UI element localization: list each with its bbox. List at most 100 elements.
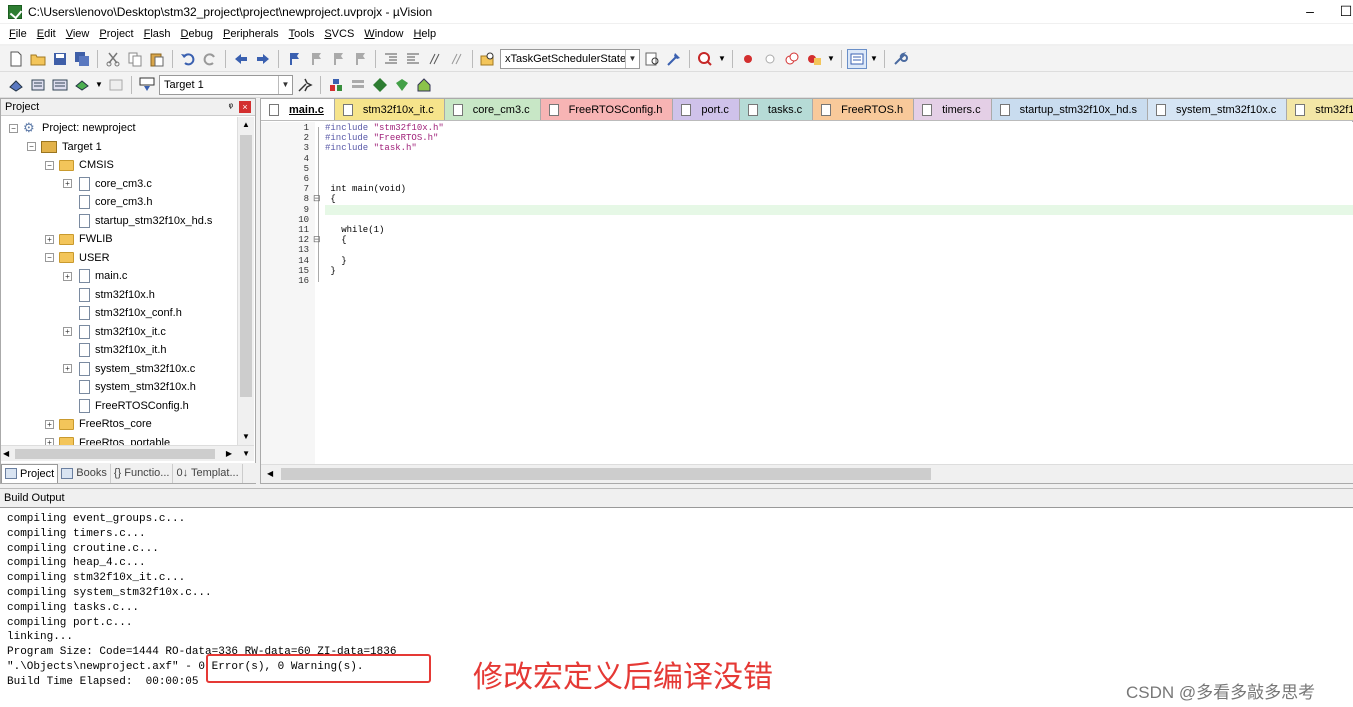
configure-wrench-icon[interactable] [890,49,910,69]
scroll-up-icon[interactable]: ▲ [238,117,254,133]
menu-item-view[interactable]: View [61,28,95,40]
pack-installer-icon[interactable] [392,75,412,95]
expand-icon[interactable]: + [45,438,54,445]
chevron-down-icon[interactable]: ▼ [278,75,292,94]
select-packs-icon[interactable] [348,75,368,95]
collapse-icon[interactable]: − [45,160,54,170]
breakpoint-disable-icon[interactable] [760,49,780,69]
file-tab[interactable]: startup_stm32f10x_hd.s [991,99,1148,120]
menu-item-project[interactable]: Project [94,28,138,40]
expand-icon[interactable]: + [63,179,72,188]
tree-item[interactable]: stm32f10x.h [63,286,155,304]
chevron-down-icon[interactable]: ▼ [94,75,104,95]
navigate-forward-icon[interactable] [253,49,273,69]
indent-icon[interactable] [381,49,401,69]
file-tab[interactable]: stm32f10x_it.c [334,99,445,120]
redo-icon[interactable] [200,49,220,69]
scroll-down-icon[interactable]: ▼ [242,446,250,462]
hscroll-thumb[interactable] [281,468,931,480]
menu-item-window[interactable]: Window [359,28,408,40]
find-in-files-icon[interactable] [478,49,498,69]
copy-icon[interactable] [125,49,145,69]
file-tab[interactable]: FreeRTOS.h [813,99,915,120]
window-layout-icon[interactable] [847,48,867,69]
cut-icon[interactable] [103,49,123,69]
tree-item[interactable]: + FWLIB [45,230,113,248]
translate-icon[interactable] [6,75,26,95]
navigate-back-icon[interactable] [231,49,251,69]
minimize-button[interactable]: – [1300,3,1320,19]
scroll-down-icon[interactable]: ▼ [238,429,254,445]
breakpoint-icon[interactable] [738,49,758,69]
tree-item[interactable]: + stm32f10x_it.c [63,323,166,341]
menu-item-debug[interactable]: Debug [176,28,218,40]
comment-icon[interactable] [425,49,445,69]
code-editor[interactable]: 1 #include "stm32f10x.h" 2 #include "FreeRT… [261,122,1353,464]
undo-icon[interactable] [178,49,198,69]
panel-tab-3[interactable]: 0↓ Templat... [173,463,243,483]
build-icon[interactable] [28,75,48,95]
stop-build-icon[interactable] [106,75,126,95]
find-icon[interactable] [642,49,662,69]
tree-item[interactable]: stm32f10x_conf.h [63,304,182,322]
editor-hscrollbar[interactable]: ◀ [261,464,1353,483]
new-file-icon[interactable] [6,49,26,69]
expand-icon[interactable]: + [63,364,72,373]
scroll-right-icon[interactable]: ▶ [226,446,232,462]
file-tab[interactable]: main.c [261,99,335,120]
save-all-icon[interactable] [72,49,92,69]
maximize-button[interactable]: ☐ [1336,3,1353,20]
paste-icon[interactable] [147,49,167,69]
pin-icon[interactable]: ᵠ [229,102,233,113]
chevron-down-icon[interactable]: ▼ [869,49,879,69]
tree-item[interactable]: + main.c [63,267,127,285]
menu-item-flash[interactable]: Flash [139,28,176,40]
bookmark-prev-icon[interactable] [306,49,326,69]
incremental-find-icon[interactable] [664,49,684,69]
target-combo[interactable]: Target 1 ▼ [159,74,293,95]
panel-tab-2[interactable]: {} Functio... [111,463,174,483]
unindent-icon[interactable] [403,49,423,69]
tree-item[interactable]: + FreeRtos_core [45,415,152,433]
breakpoint-kill-icon[interactable] [782,49,802,69]
expand-icon[interactable]: + [63,271,72,281]
menu-item-help[interactable]: Help [408,28,441,40]
fold-toggle-icon[interactable]: ⊟ [313,235,321,245]
expand-icon[interactable]: + [45,234,54,244]
chevron-down-icon[interactable]: ▼ [826,49,836,69]
menu-item-svcs[interactable]: SVCS [319,28,359,40]
file-tab[interactable]: FreeRTOSConfig.h [540,99,674,120]
chevron-down-icon[interactable]: ▼ [717,49,727,69]
scroll-thumb[interactable] [240,135,252,397]
tree-item[interactable]: startup_stm32f10x_hd.s [63,212,212,230]
collapse-icon[interactable]: − [9,123,18,133]
tree-item[interactable]: + core_cm3.c [63,175,152,193]
tree-item[interactable]: − ⚙ Project: newproject [9,119,136,137]
function-combo[interactable]: xTaskGetSchedulerState ▼ [500,48,640,69]
file-tab[interactable]: stm32f10x.h [1287,99,1353,120]
scroll-left-icon[interactable]: ◀ [267,465,273,483]
tree-item[interactable]: stm32f10x_it.h [63,341,167,359]
hscroll-thumb[interactable] [15,449,215,459]
batch-build-icon[interactable] [72,75,92,95]
debug-windows-icon[interactable] [804,49,824,69]
menu-item-tools[interactable]: Tools [284,28,320,40]
file-tab[interactable]: port.c [673,99,740,120]
panel-tab-1[interactable]: Books [58,463,111,483]
file-tab[interactable]: timers.c [914,99,992,120]
tree-item[interactable]: + FreeRtos_portable [45,434,170,445]
tree-item[interactable]: core_cm3.h [63,193,152,211]
debug-session-icon[interactable] [695,49,715,69]
menu-item-file[interactable]: File [4,28,32,40]
tree-item[interactable]: FreeRTOSConfig.h [63,397,189,415]
bookmark-clear-icon[interactable] [350,49,370,69]
menu-item-peripherals[interactable]: Peripherals [218,28,284,40]
tree-item[interactable]: system_stm32f10x.h [63,378,196,396]
file-tab[interactable]: tasks.c [739,99,814,120]
project-tree-scrollbar[interactable]: ▲ ▼ [237,117,254,445]
expand-icon[interactable]: + [45,419,54,429]
tree-item[interactable]: − Target 1 [27,138,102,156]
bookmark-next-icon[interactable] [328,49,348,69]
collapse-icon[interactable]: − [27,142,36,151]
manage-project-icon[interactable] [326,75,346,95]
